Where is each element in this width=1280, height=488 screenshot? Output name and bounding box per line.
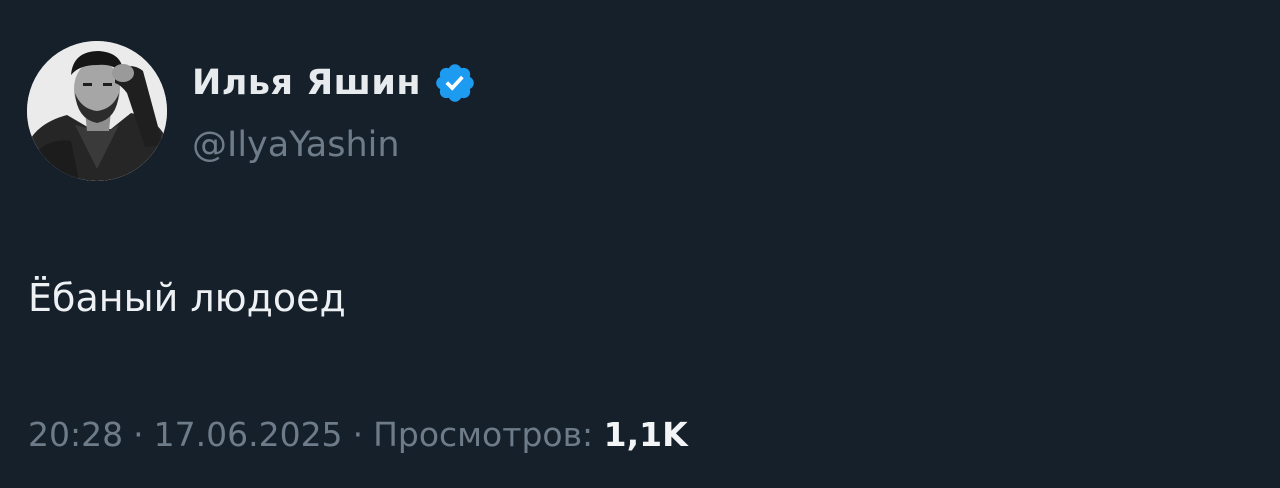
author-display-name[interactable]: Илья Яшин [192,60,421,106]
tweet-time[interactable]: 20:28 [28,415,123,454]
author-handle[interactable]: @IlyaYashin [192,122,400,168]
views-count[interactable]: 1,1K [604,415,688,454]
avatar-photo [27,41,167,181]
meta-separator: · [133,415,144,454]
author-name-row: Илья Яшин [192,60,477,106]
tweet-text: Ёбаный людоед [28,276,346,320]
tweet-meta: 20:28 · 17.06.2025 · Просмотров: 1,1K [28,410,688,460]
avatar[interactable] [27,41,167,181]
verified-badge-icon[interactable] [433,61,477,105]
tweet-date[interactable]: 17.06.2025 [154,415,343,454]
views-label: Просмотров: [373,415,594,454]
meta-separator: · [352,415,364,454]
tweet-card: Илья Яшин @IlyaYashin Ёбаный людоед 20:2… [0,0,1280,488]
